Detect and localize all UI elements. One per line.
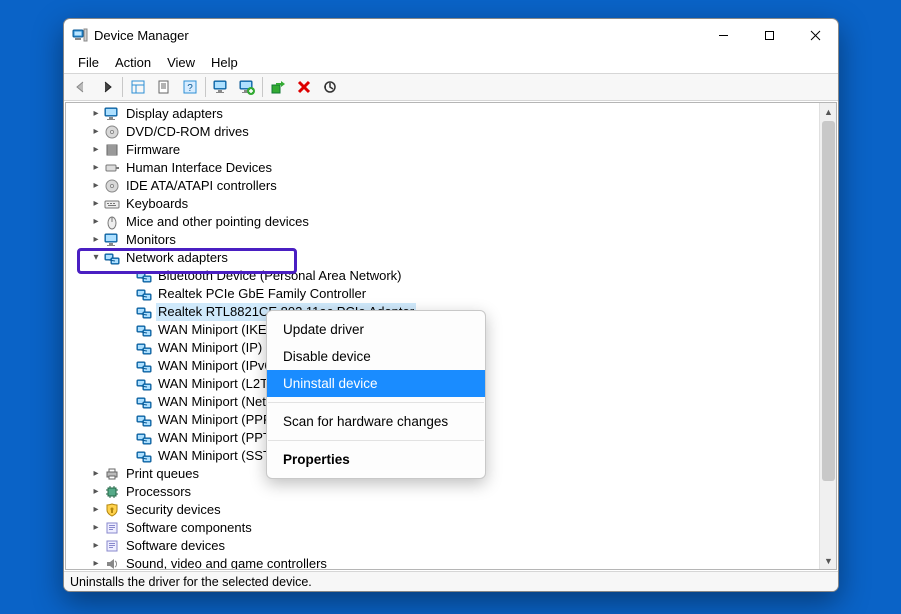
tree-item-network-child[interactable]: Realtek PCIe GbE Family Controller [66,285,836,303]
software-icon [104,520,120,536]
network-icon [136,268,152,284]
computer-monitor-button[interactable] [208,76,234,98]
properties-sheet-button[interactable] [151,76,177,98]
ide-icon [104,178,120,194]
network-icon [136,448,152,464]
menu-view[interactable]: View [159,53,203,72]
tree-item-dvd[interactable]: ▸DVD/CD-ROM drives [66,123,836,141]
scroll-up-icon[interactable]: ▲ [820,103,837,120]
context-scan-hardware[interactable]: Scan for hardware changes [267,408,485,435]
scroll-down-icon[interactable]: ▼ [820,552,837,569]
context-disable-device[interactable]: Disable device [267,343,485,370]
chevron-right-icon[interactable]: ▸ [90,177,102,195]
menu-file[interactable]: File [70,53,107,72]
firmware-icon [104,142,120,158]
tree-item-security-devices[interactable]: ▸Security devices [66,501,836,519]
toolbar-separator [122,77,123,97]
network-icon [136,412,152,428]
software-icon [104,538,120,554]
chevron-right-icon[interactable]: ▸ [90,465,102,483]
statusbar: Uninstalls the driver for the selected d… [64,571,838,591]
cpu-icon [104,484,120,500]
chevron-right-icon[interactable]: ▸ [90,159,102,177]
close-button[interactable] [792,19,838,51]
tree-item-network-adapters[interactable]: ▾Network adapters [66,249,836,267]
network-icon [136,358,152,374]
context-separator [268,440,484,441]
hid-icon [104,160,120,176]
monitor-icon [104,232,120,248]
context-menu: Update driver Disable device Uninstall d… [266,310,486,479]
chevron-down-icon[interactable]: ▾ [90,249,102,267]
network-icon [136,322,152,338]
sound-icon [104,556,120,569]
keyboard-icon [104,196,120,212]
chevron-right-icon[interactable]: ▸ [90,501,102,519]
tree-item-hid[interactable]: ▸Human Interface Devices [66,159,836,177]
scrollbar-thumb[interactable] [822,121,835,481]
tree-item-ide[interactable]: ▸IDE ATA/ATAPI controllers [66,177,836,195]
network-icon [136,376,152,392]
network-icon [136,286,152,302]
add-hardware-button[interactable] [234,76,260,98]
network-icon [136,430,152,446]
context-separator [268,402,484,403]
network-icon [104,250,120,266]
svg-text:?: ? [187,83,193,94]
print-icon [104,466,120,482]
toolbar-separator [205,77,206,97]
titlebar: Device Manager [64,19,838,51]
network-icon [136,304,152,320]
toolbar-separator [262,77,263,97]
show-hide-tree-button[interactable] [125,76,151,98]
menu-action[interactable]: Action [107,53,159,72]
chevron-right-icon[interactable]: ▸ [90,555,102,569]
context-update-driver[interactable]: Update driver [267,316,485,343]
mouse-icon [104,214,120,230]
chevron-right-icon[interactable]: ▸ [90,483,102,501]
chevron-right-icon[interactable]: ▸ [90,231,102,249]
window-title: Device Manager [94,28,700,43]
context-properties[interactable]: Properties [267,446,485,473]
tree-item-sound[interactable]: ▸Sound, video and game controllers [66,555,836,569]
tree-item-keyboards[interactable]: ▸Keyboards [66,195,836,213]
window-controls [700,19,838,51]
tree-item-software-components[interactable]: ▸Software components [66,519,836,537]
tree-item-network-child[interactable]: Bluetooth Device (Personal Area Network) [66,267,836,285]
network-icon [136,394,152,410]
tree-item-firmware[interactable]: ▸Firmware [66,141,836,159]
tree-item-monitors[interactable]: ▸Monitors [66,231,836,249]
update-driver-button[interactable] [265,76,291,98]
chevron-right-icon[interactable]: ▸ [90,195,102,213]
vertical-scrollbar[interactable]: ▲ ▼ [819,103,836,569]
chevron-right-icon[interactable]: ▸ [90,141,102,159]
scan-hardware-changes-button[interactable] [317,76,343,98]
tree-item-mice[interactable]: ▸Mice and other pointing devices [66,213,836,231]
chevron-right-icon[interactable]: ▸ [90,123,102,141]
chevron-right-icon[interactable]: ▸ [90,537,102,555]
app-icon [72,27,88,43]
context-uninstall-device[interactable]: Uninstall device [267,370,485,397]
forward-button[interactable] [94,76,120,98]
back-button[interactable] [68,76,94,98]
maximize-button[interactable] [746,19,792,51]
uninstall-button[interactable] [291,76,317,98]
toolbar: ? [64,73,838,101]
dvd-icon [104,124,120,140]
security-icon [104,502,120,518]
tree-item-processors[interactable]: ▸Processors [66,483,836,501]
minimize-button[interactable] [700,19,746,51]
chevron-right-icon[interactable]: ▸ [90,105,102,123]
tree-item-software-devices[interactable]: ▸Software devices [66,537,836,555]
display-icon [104,106,120,122]
status-text: Uninstalls the driver for the selected d… [70,575,312,589]
menubar: File Action View Help [64,51,838,73]
help-pane-button[interactable]: ? [177,76,203,98]
tree-item-display-adapters[interactable]: ▸Display adapters [66,105,836,123]
network-icon [136,340,152,356]
chevron-right-icon[interactable]: ▸ [90,213,102,231]
chevron-right-icon[interactable]: ▸ [90,519,102,537]
menu-help[interactable]: Help [203,53,246,72]
device-manager-window: Device Manager File Action View Help ? ▸… [63,18,839,592]
